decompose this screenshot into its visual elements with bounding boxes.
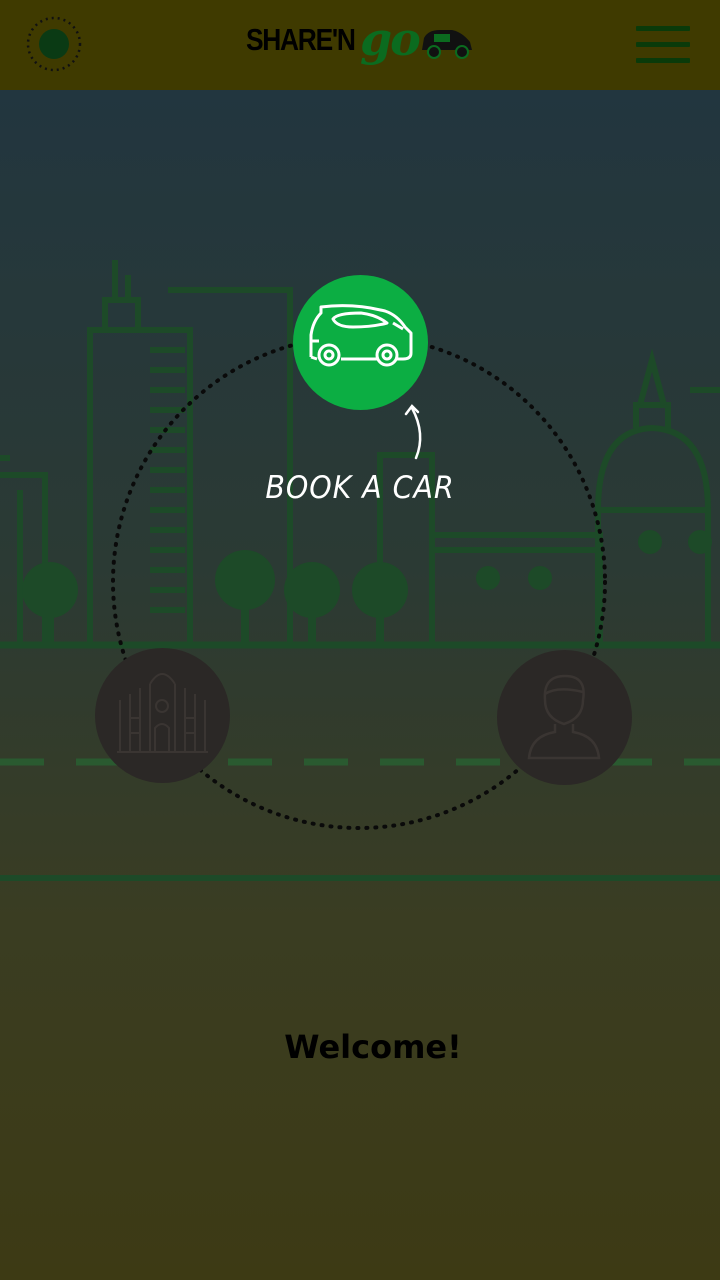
- book-car-button[interactable]: [293, 275, 428, 410]
- welcome-text: Welcome!: [284, 1028, 462, 1066]
- logo-car-icon: [422, 30, 472, 59]
- arrow-icon: [404, 404, 422, 460]
- car-icon: [309, 304, 413, 367]
- profile-button[interactable]: [497, 650, 632, 785]
- logo-go: go: [360, 12, 421, 66]
- user-icon: [527, 674, 601, 760]
- cathedral-icon: [117, 673, 208, 753]
- logo-text: SHARE'N: [246, 22, 356, 57]
- status-dot-icon[interactable]: [26, 16, 82, 72]
- book-car-label[interactable]: BOOK A CAR: [259, 470, 461, 506]
- city-button[interactable]: [95, 648, 230, 783]
- top-bar: SHARE'N go: [0, 0, 720, 90]
- app-logo: SHARE'N go: [246, 12, 476, 74]
- hamburger-menu-icon[interactable]: [634, 24, 692, 66]
- hero-area: BOOK A CAR Welcome!: [0, 90, 720, 1280]
